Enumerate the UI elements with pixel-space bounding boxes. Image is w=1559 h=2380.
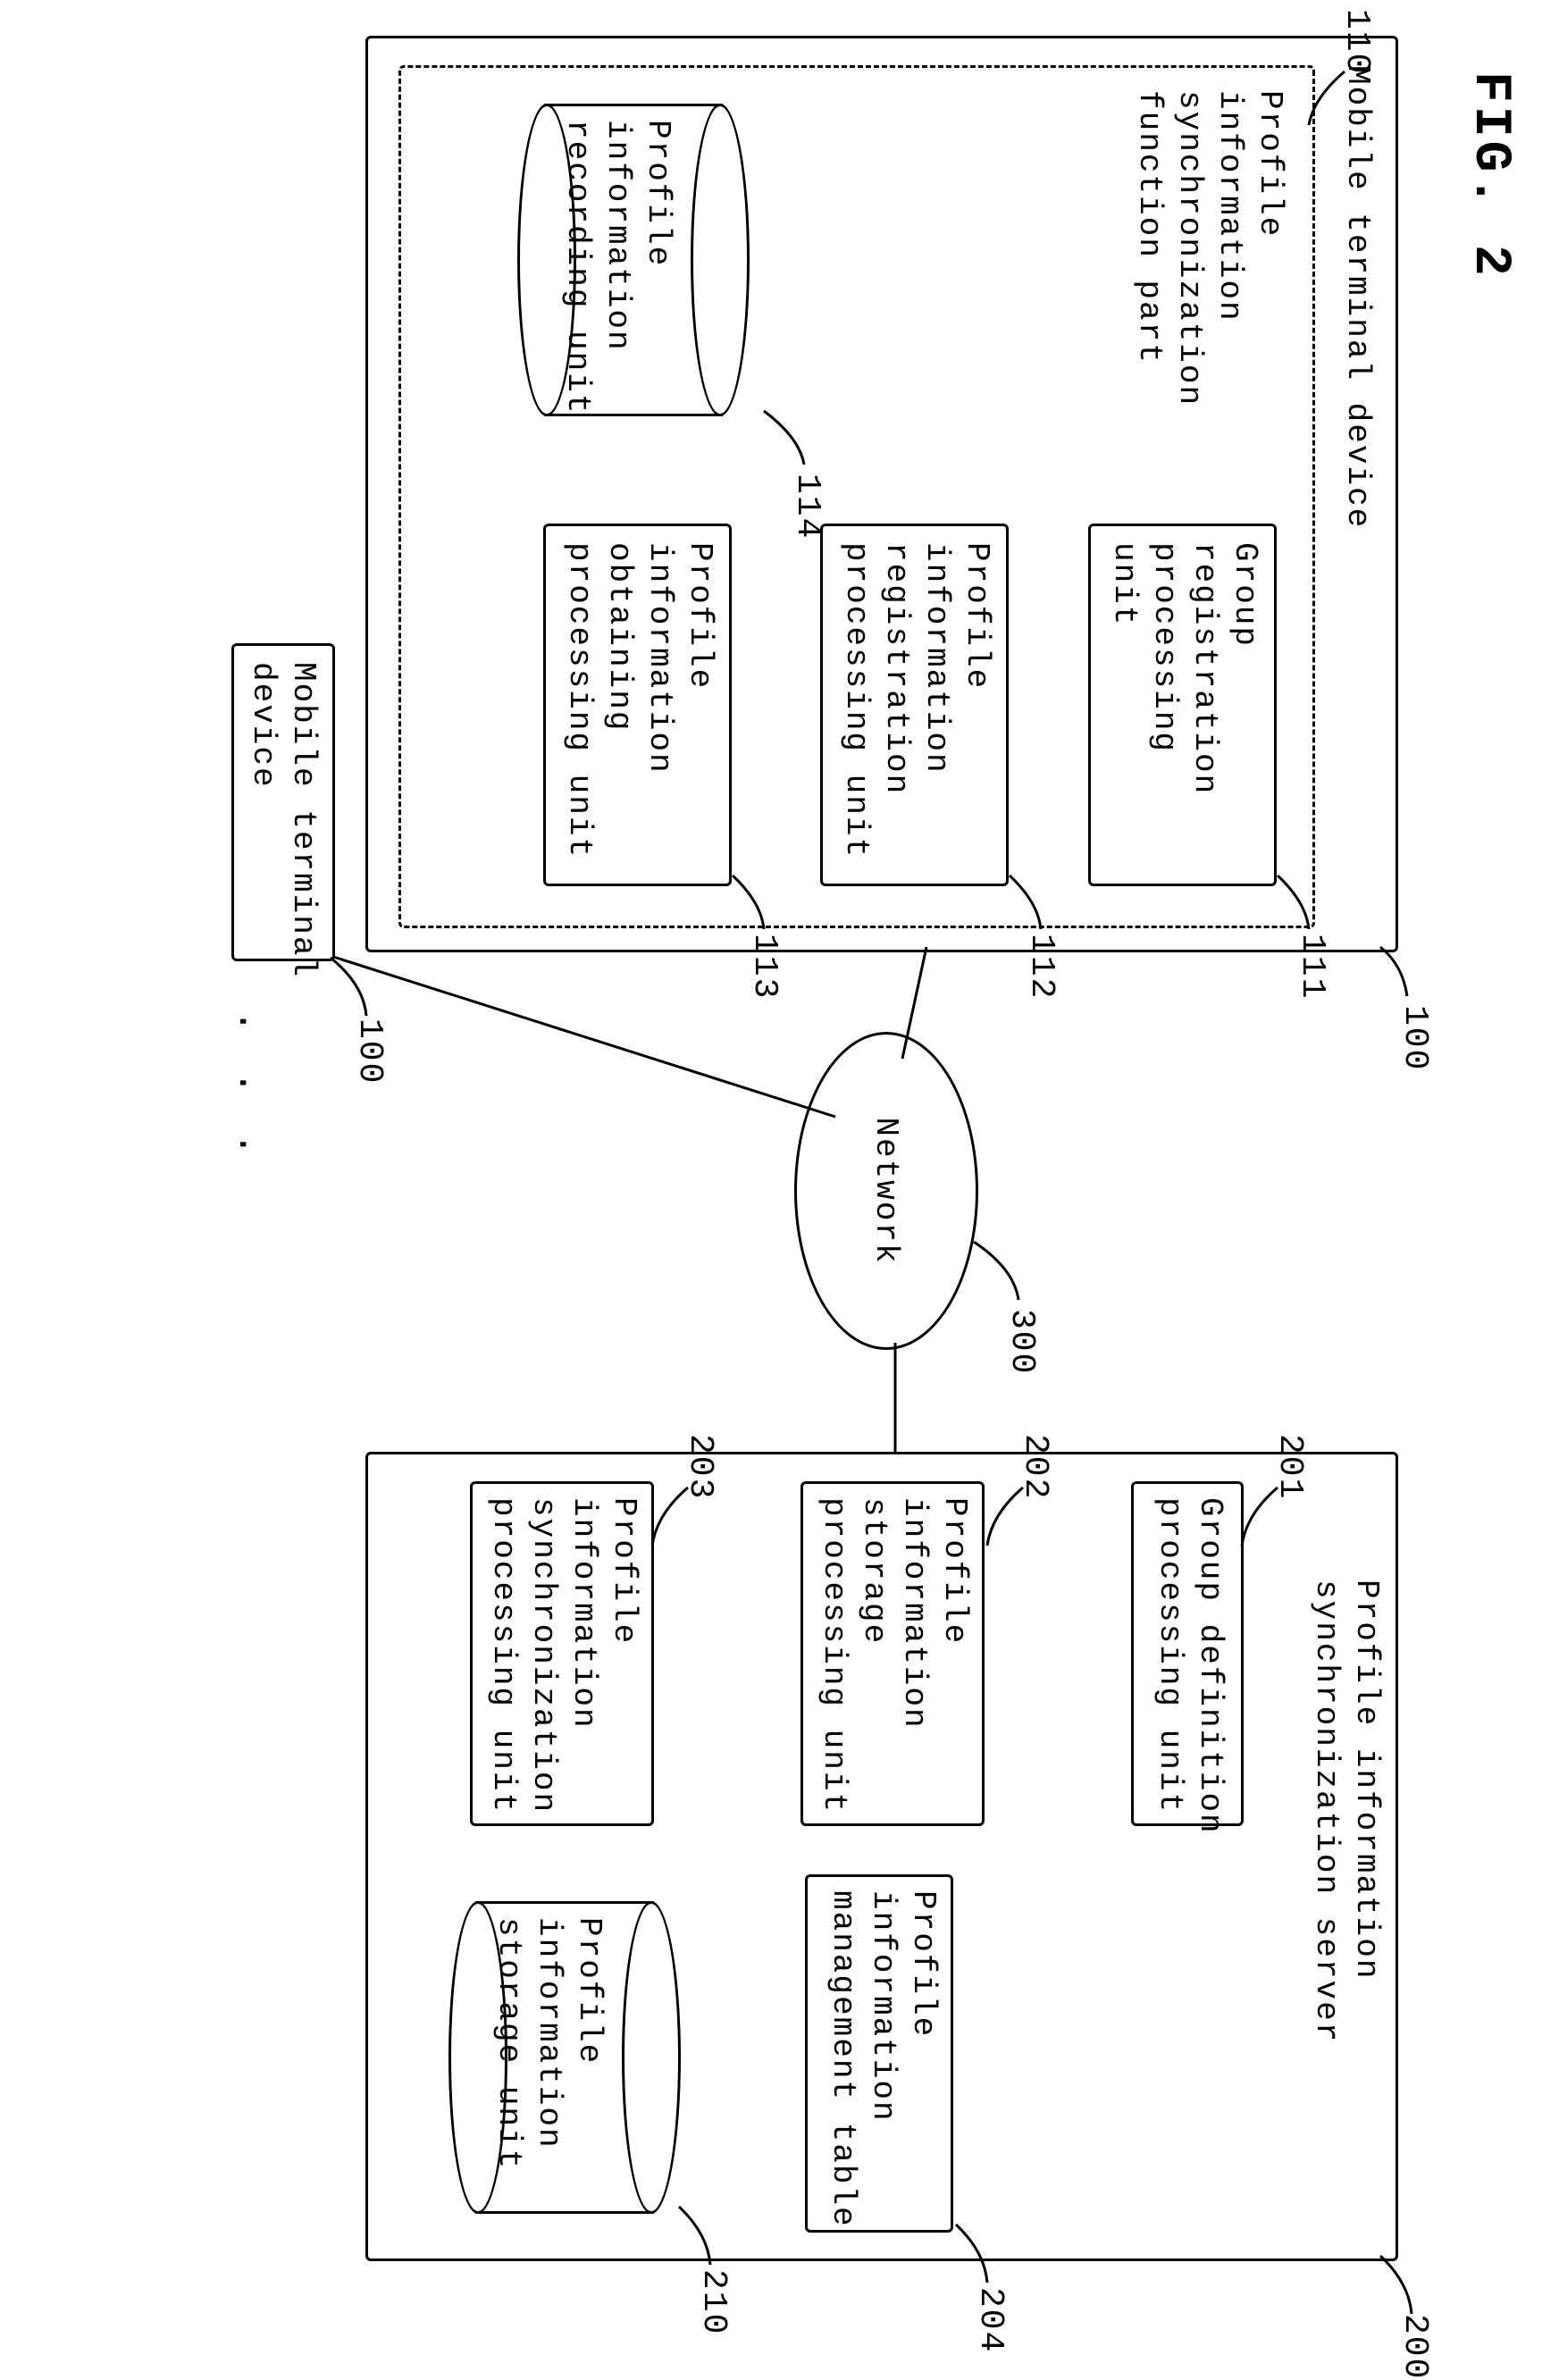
ref-200: 200 — [1396, 2314, 1434, 2380]
ellipsis-mark: . . . — [228, 1010, 272, 1163]
ref-100-top: 100 — [1396, 1005, 1434, 1071]
ref-201: 201 — [1270, 1434, 1309, 1500]
ref-110: 110 — [1337, 9, 1376, 75]
storage-processing-label: Profile information storage processing u… — [814, 1497, 975, 1814]
conn-network-server — [864, 1343, 918, 1452]
group-definition-label: Group definition processing unit — [1150, 1497, 1230, 1835]
profile-registration-unit: Profile information registration process… — [820, 524, 1009, 886]
profile-registration-label: Profile information registration process… — [836, 542, 997, 859]
sync-function-part-title: Profile information synchronization func… — [1129, 90, 1290, 406]
lead-110 — [1304, 71, 1358, 134]
profile-recording-label: Profile information recording unit — [557, 120, 678, 415]
ref-114: 114 — [788, 473, 826, 540]
profile-obtaining-unit: Profile information obtaining processing… — [543, 524, 732, 886]
group-registration-unit: Group registration processing unit — [1088, 524, 1277, 886]
group-registration-label: Group registration processing unit — [1104, 542, 1265, 795]
diagram-canvas: Mobile terminal device Profile informati… — [94, 36, 1434, 2269]
lead-111 — [1255, 876, 1309, 938]
lead-114 — [750, 411, 804, 473]
storage-unit: Profile information storage unit — [448, 1901, 681, 2214]
sync-function-part-box: Profile information synchronization func… — [398, 65, 1315, 928]
mobile-terminal-box: Mobile terminal device Profile informati… — [365, 36, 1398, 952]
sync-processing-label: Profile information synchronization proc… — [483, 1497, 644, 1814]
ref-204: 204 — [971, 2287, 1010, 2353]
server-box: Profile information synchronization serv… — [365, 1452, 1398, 2261]
ref-111: 111 — [1293, 934, 1331, 1000]
conn-terminal-network — [880, 947, 951, 1063]
mobile-terminal-other-box: Mobile terminal device — [231, 643, 335, 961]
ref-300: 300 — [1002, 1309, 1041, 1375]
network-label: Network — [867, 1117, 907, 1264]
lead-300 — [965, 1242, 1018, 1313]
lead-210 — [661, 2207, 710, 2278]
mobile-terminal-title: Mobile terminal device — [1337, 65, 1378, 529]
ref-203: 203 — [681, 1434, 719, 1500]
figure-title: FIG. 2 — [1461, 71, 1519, 2327]
conn-terminal-other-network — [326, 956, 835, 1126]
sync-processing-unit: Profile information synchronization proc… — [470, 1481, 654, 1826]
mobile-terminal-other-title: Mobile terminal device — [243, 662, 323, 978]
profile-recording-unit: Profile information recording unit — [517, 104, 750, 416]
profile-obtaining-label: Profile information obtaining processing… — [559, 542, 720, 859]
storage-unit-label: Profile information storage unit — [489, 1917, 609, 2170]
management-table: Profile information management table — [805, 1874, 953, 2233]
lead-113 — [710, 876, 764, 938]
lead-112 — [987, 876, 1041, 938]
ref-100-other: 100 — [350, 1018, 389, 1085]
lead-204 — [938, 2225, 987, 2296]
storage-processing-unit: Profile information storage processing u… — [800, 1481, 985, 1826]
management-table-label: Profile information management table — [823, 1890, 943, 2228]
group-definition-unit: Group definition processing unit — [1131, 1481, 1244, 1826]
server-title: Profile information synchronization serv… — [1306, 1580, 1387, 2043]
ref-112: 112 — [1022, 934, 1060, 1000]
ref-210: 210 — [694, 2269, 733, 2335]
ref-202: 202 — [1016, 1434, 1054, 1500]
